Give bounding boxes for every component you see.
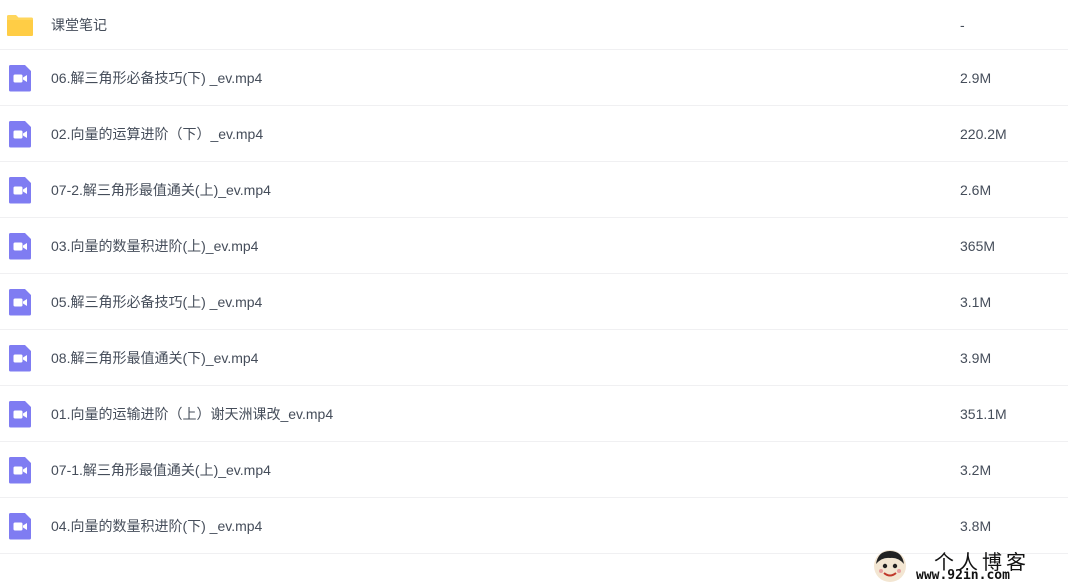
file-size: 365M (960, 237, 996, 254)
file-name[interactable]: 01.向量的运输进阶（上）谢天洲课改_ev.mp4 (51, 404, 333, 424)
file-size: - (960, 16, 965, 33)
file-row-video[interactable]: 07-2.解三角形最值通关(上)_ev.mp4 2.6M (0, 162, 1068, 218)
video-file-icon (9, 176, 31, 203)
file-row-video[interactable]: 01.向量的运输进阶（上）谢天洲课改_ev.mp4 351.1M (0, 386, 1068, 442)
file-name[interactable]: 05.解三角形必备技巧(上) _ev.mp4 (51, 292, 262, 312)
file-row-video[interactable]: 07-1.解三角形最值通关(上)_ev.mp4 3.2M (0, 442, 1068, 498)
file-size: 2.9M (960, 69, 992, 86)
video-file-icon (9, 64, 31, 91)
file-size: 3.9M (960, 349, 992, 366)
file-name[interactable]: 课堂笔记 (51, 15, 107, 35)
video-file-icon (9, 456, 31, 483)
folder-icon (7, 14, 33, 36)
file-size: 351.1M (960, 405, 1007, 422)
file-row-video[interactable]: 05.解三角形必备技巧(上) _ev.mp4 3.1M (0, 274, 1068, 330)
file-row-video[interactable]: 08.解三角形最值通关(下)_ev.mp4 3.9M (0, 330, 1068, 386)
video-file-icon (9, 232, 31, 259)
file-size: 2.6M (960, 181, 992, 198)
avatar-logo-icon (874, 550, 906, 582)
video-file-icon (9, 512, 31, 539)
file-row-video[interactable]: 02.向量的运算进阶（下）_ev.mp4 220.2M (0, 106, 1068, 162)
video-file-icon (9, 344, 31, 371)
file-row-video[interactable]: 03.向量的数量积进阶(上)_ev.mp4 365M (0, 218, 1068, 274)
file-size: 3.1M (960, 293, 992, 310)
blog-watermark: 个人博客 www.92in.com (872, 546, 1062, 586)
watermark-url: www.92in.com (916, 568, 1010, 583)
file-size: 220.2M (960, 125, 1007, 142)
file-size: 3.2M (960, 461, 992, 478)
video-file-icon (9, 400, 31, 427)
file-name[interactable]: 04.向量的数量积进阶(下) _ev.mp4 (51, 516, 262, 536)
file-name[interactable]: 07-1.解三角形最值通关(上)_ev.mp4 (51, 460, 271, 480)
file-size: 3.8M (960, 517, 992, 534)
file-name[interactable]: 06.解三角形必备技巧(下) _ev.mp4 (51, 68, 262, 88)
file-list: 课堂笔记 - 06.解三角形必备技巧(下) _ev.mp4 2.9M 02.向量… (0, 0, 1068, 554)
file-name[interactable]: 02.向量的运算进阶（下）_ev.mp4 (51, 124, 263, 144)
file-row-folder[interactable]: 课堂笔记 - (0, 0, 1068, 50)
video-file-icon (9, 120, 31, 147)
file-name[interactable]: 03.向量的数量积进阶(上)_ev.mp4 (51, 236, 258, 256)
file-row-video[interactable]: 06.解三角形必备技巧(下) _ev.mp4 2.9M (0, 50, 1068, 106)
video-file-icon (9, 288, 31, 315)
file-name[interactable]: 07-2.解三角形最值通关(上)_ev.mp4 (51, 180, 271, 200)
file-name[interactable]: 08.解三角形最值通关(下)_ev.mp4 (51, 348, 258, 368)
